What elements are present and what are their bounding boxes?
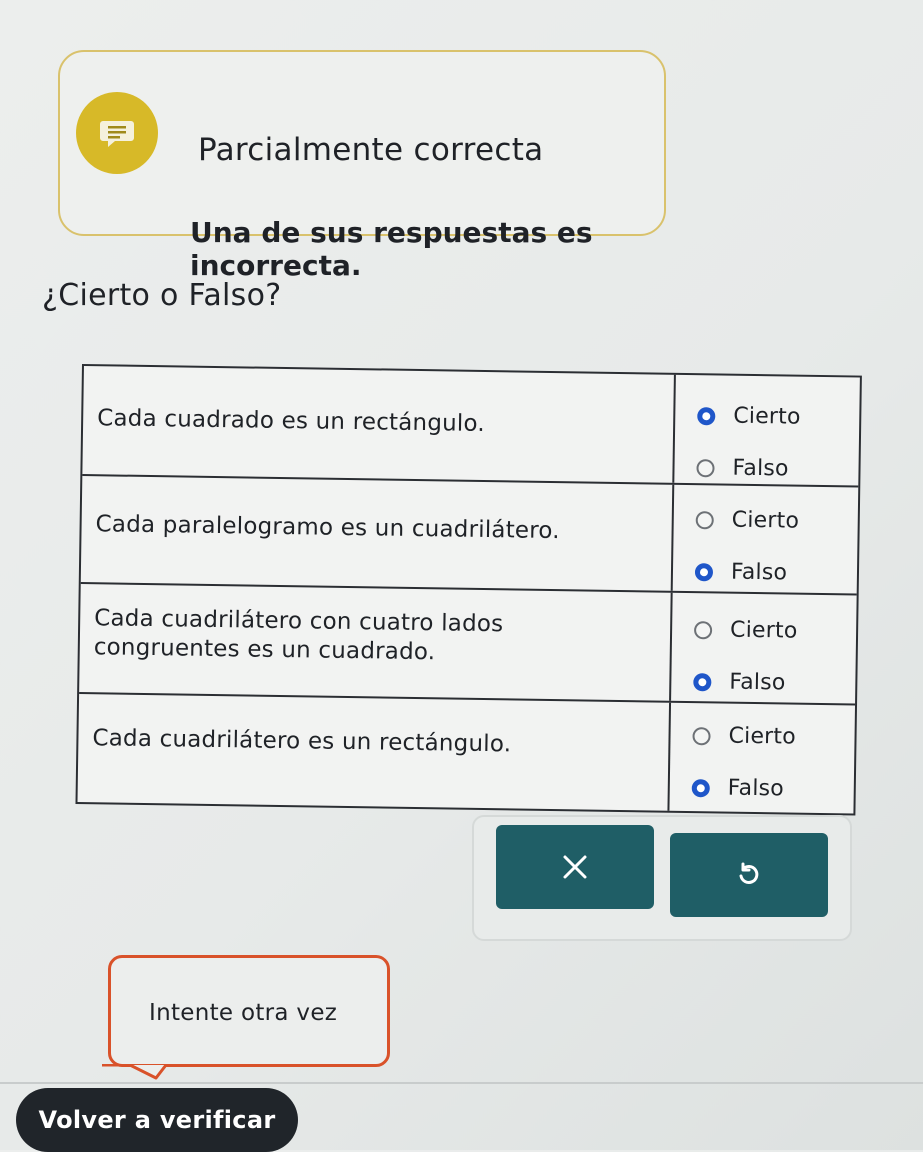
- option-falso[interactable]: Falso: [691, 775, 785, 802]
- table-row: Cada cuadrilátero es un rectángulo. Cier…: [77, 691, 860, 814]
- statement-text: Cada cuadrilátero es un rectángulo.: [92, 725, 512, 758]
- table-row: Cada cuadrado es un rectángulo. Cierto F…: [82, 366, 864, 486]
- options-cell: Cierto Falso: [672, 374, 864, 486]
- statement-text: Cada paralelogramo es un cuadrilátero.: [95, 511, 560, 545]
- options-cell: Cierto Falso: [670, 484, 863, 594]
- radio-selected-icon[interactable]: [693, 672, 712, 691]
- radio-empty-icon[interactable]: [692, 726, 711, 745]
- bubble-tail-icon: [102, 1064, 188, 1080]
- radio-empty-icon[interactable]: [696, 458, 715, 477]
- feedback-banner: Parcialmente correcta Una de sus respues…: [58, 50, 666, 282]
- undo-icon: [739, 862, 759, 884]
- option-label: Cierto: [733, 403, 801, 430]
- option-label: Falso: [732, 455, 789, 482]
- radio-empty-icon[interactable]: [695, 510, 714, 529]
- hint-text: Intente otra vez: [149, 1000, 338, 1026]
- option-cierto[interactable]: Cierto: [693, 617, 798, 644]
- option-label: Cierto: [729, 617, 798, 644]
- action-toolbar: [472, 815, 852, 941]
- option-label: Cierto: [731, 507, 800, 534]
- reset-button[interactable]: [670, 833, 828, 917]
- radio-selected-icon[interactable]: [694, 562, 714, 581]
- option-label: Falso: [729, 669, 786, 696]
- divider: [0, 1082, 923, 1084]
- table-row: Cada paralelogramo es un cuadrilátero. C…: [80, 474, 863, 594]
- option-label: Falso: [727, 775, 785, 802]
- feedback-message: Una de sus respuestas es incorrecta.: [190, 216, 593, 282]
- question-heading: ¿Cierto o Falso?: [42, 278, 282, 313]
- option-cierto[interactable]: Cierto: [697, 403, 801, 430]
- statement-text: Cada cuadrado es un rectángulo.: [97, 405, 486, 437]
- options-cell: Cierto Falso: [667, 702, 860, 814]
- radio-selected-icon[interactable]: [691, 778, 710, 797]
- option-label: Cierto: [728, 723, 797, 750]
- option-cierto[interactable]: Cierto: [692, 723, 796, 750]
- option-label: Falso: [730, 559, 788, 586]
- check-again-button[interactable]: Volver a verificar: [16, 1088, 298, 1152]
- feedback-title: Parcialmente correcta: [198, 132, 544, 168]
- speech-bubble-icon: [76, 92, 158, 174]
- statement-text: Cada cuadrilátero con cuatro lados congr…: [93, 605, 504, 666]
- option-cierto[interactable]: Cierto: [695, 507, 800, 534]
- hint-bubble: Intente otra vez: [108, 955, 390, 1067]
- option-falso[interactable]: Falso: [696, 455, 789, 481]
- table-row: Cada cuadrilátero con cuatro lados congr…: [79, 582, 861, 704]
- true-false-table: Cada cuadrado es un rectángulo. Cierto F…: [75, 364, 864, 816]
- options-cell: Cierto Falso: [669, 592, 861, 704]
- radio-selected-icon[interactable]: [697, 406, 716, 425]
- radio-empty-icon[interactable]: [693, 620, 713, 639]
- option-falso[interactable]: Falso: [693, 669, 786, 695]
- clear-button[interactable]: [496, 825, 654, 909]
- option-falso[interactable]: Falso: [694, 559, 788, 586]
- close-icon: [563, 855, 587, 879]
